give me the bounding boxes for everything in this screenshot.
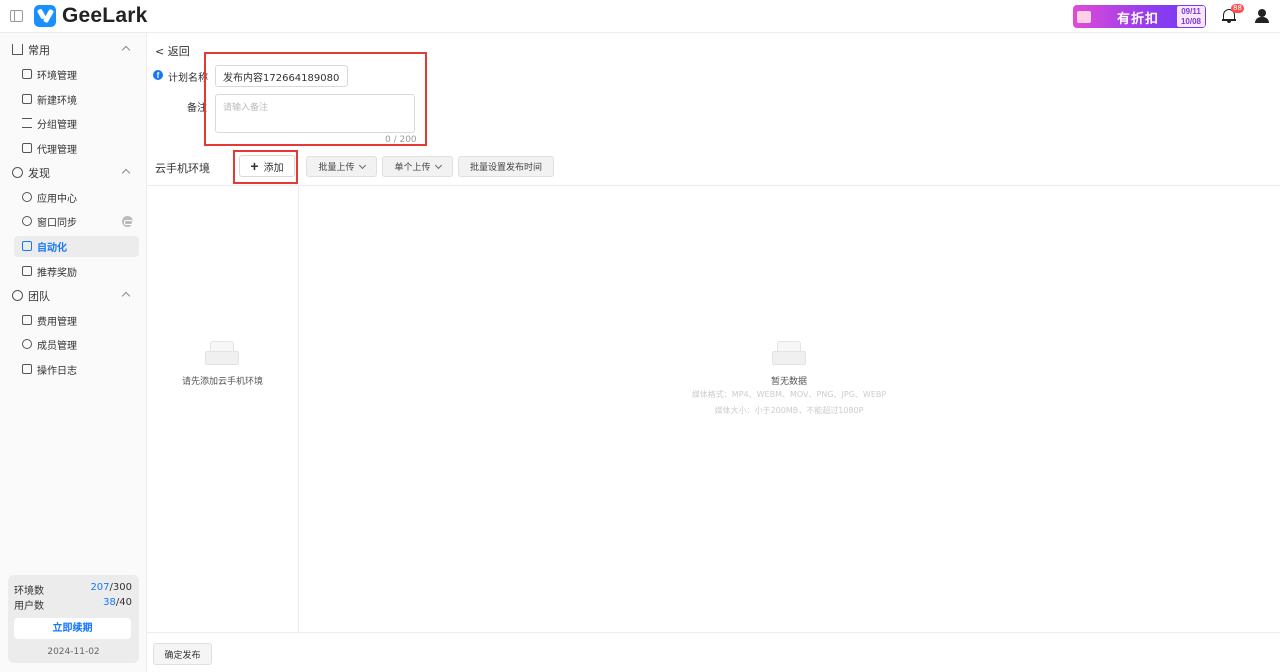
sidebar-item-referral[interactable]: 推荐奖励 [14, 261, 139, 282]
sidebar-item-label: 费用管理 [37, 317, 77, 328]
remark-label: 备注 [187, 103, 207, 114]
app-icon [22, 192, 32, 202]
logo-icon [34, 5, 56, 27]
promo-text: 有折扣 [1117, 12, 1160, 27]
promo-date-start: 09/11 [1181, 7, 1201, 16]
nav-group-discover[interactable]: 发现 [0, 161, 147, 185]
promo-banner[interactable]: 有折扣 09/11 10/08 [1073, 5, 1206, 28]
sidebar-item-new-env[interactable]: 新建环境 [14, 89, 139, 110]
sidebar-item-label: 分组管理 [37, 120, 77, 131]
member-icon [22, 339, 32, 349]
env-quota-label: 环境数 [14, 586, 44, 597]
sidebar-item-group-manage[interactable]: 分组管理 [14, 113, 139, 134]
empty-box-icon [772, 341, 806, 365]
add-label: 添加 [263, 162, 284, 174]
sidebar-item-label: 窗口同步 [37, 218, 77, 229]
planet-icon [12, 167, 23, 178]
sidebar-item-label: 推荐奖励 [37, 268, 77, 279]
sidebar-item-app-center[interactable]: 应用中心 [14, 187, 139, 208]
nav-group-common[interactable]: 常用 [0, 38, 147, 62]
add-env-button[interactable]: + 添加 [239, 155, 295, 177]
media-size-hint: 媒体大小：小于200MB，不能超过1080P [714, 406, 864, 415]
sidebar-item-window-sync[interactable]: 窗口同步 [14, 211, 139, 232]
sidebar-item-label: 操作日志 [37, 366, 77, 377]
env-quota-row: 环境数 207/300 [14, 582, 132, 597]
user-quota-value: 38/40 [103, 597, 132, 608]
sidebar-item-proxy-manage[interactable]: 代理管理 [14, 138, 139, 159]
chevron-down-icon [434, 161, 442, 169]
copy-icon [22, 69, 32, 79]
chevron-down-icon [358, 161, 366, 169]
renew-button[interactable]: 立即续期 [14, 618, 131, 639]
plan-name-input[interactable] [215, 65, 348, 87]
logo-text: GeeLark [62, 4, 148, 27]
glasses-icon [122, 216, 133, 227]
list-icon [22, 118, 32, 128]
divider [298, 185, 299, 632]
confirm-publish-button[interactable]: 确定发布 [153, 643, 212, 665]
chevron-up-icon [121, 291, 131, 301]
geelark-logo[interactable]: GeeLark [34, 4, 148, 27]
sidebar-item-label: 环境管理 [37, 71, 77, 82]
divider [147, 185, 1280, 186]
remark-char-count: 0 / 200 [385, 135, 417, 145]
quota-panel: 环境数 207/300 用户数 38/40 立即续期 2024-11-02 [8, 575, 139, 663]
batch-upload-dropdown[interactable]: 批量上传 [306, 156, 377, 177]
home-icon [12, 44, 23, 55]
gift-icon [22, 266, 32, 276]
env-quota-value: 207/300 [90, 582, 132, 593]
sidebar-item-label: 新建环境 [37, 96, 77, 107]
user-avatar-icon[interactable] [1255, 9, 1269, 23]
sidebar: 常用 环境管理 新建环境 分组管理 代理管理 发现 应用中心 窗口同步 自动化 … [0, 33, 147, 672]
edit-icon [22, 94, 32, 104]
nav-group-team[interactable]: 团队 [0, 284, 147, 308]
single-upload-dropdown[interactable]: 单个上传 [382, 156, 453, 177]
remark-textarea[interactable] [215, 94, 415, 133]
single-upload-label: 单个上传 [394, 162, 431, 172]
sidebar-toggle-icon[interactable] [10, 10, 23, 22]
batch-upload-label: 批量上传 [318, 162, 355, 172]
sidebar-item-label: 应用中心 [37, 194, 77, 205]
nav-group-label: 团队 [28, 290, 50, 303]
no-data-text: 暂无数据 [770, 377, 807, 387]
nav-group-label: 发现 [28, 167, 50, 180]
log-icon [22, 364, 32, 374]
chevron-up-icon [121, 45, 131, 55]
divider [147, 632, 1280, 633]
cloud-phone-env-label: 云手机环境 [155, 162, 210, 175]
expiry-date: 2024-11-02 [47, 647, 100, 657]
sidebar-item-label: 成员管理 [37, 341, 77, 352]
empty-env-text: 请先添加云手机环境 [181, 377, 263, 387]
top-header: GeeLark 有折扣 09/11 10/08 88 [0, 0, 1280, 33]
notification-badge: 88 [1231, 4, 1244, 13]
media-format-hint: 媒体格式：MP4、WEBM、MOV、PNG、JPG、WEBP [691, 390, 887, 399]
sidebar-item-env-manage[interactable]: 环境管理 [14, 64, 139, 85]
sidebar-item-members[interactable]: 成员管理 [14, 334, 139, 355]
sidebar-item-label: 代理管理 [37, 145, 77, 156]
sidebar-item-logs[interactable]: 操作日志 [14, 359, 139, 380]
promo-dates: 09/11 10/08 [1177, 6, 1205, 27]
empty-box-icon [205, 341, 239, 365]
sidebar-item-label: 自动化 [37, 243, 67, 254]
chevron-up-icon [121, 168, 131, 178]
plus-icon: + [250, 158, 259, 174]
sync-icon [22, 216, 32, 226]
gift-icon [1077, 11, 1091, 23]
nav-group-label: 常用 [28, 44, 50, 57]
network-icon [22, 143, 32, 153]
back-link[interactable]: < 返回 [155, 43, 190, 59]
user-quota-label: 用户数 [14, 601, 44, 612]
batch-schedule-button[interactable]: 批量设置发布时间 [458, 156, 554, 177]
robot-icon [22, 241, 32, 251]
user-quota-row: 用户数 38/40 [14, 597, 132, 612]
facebook-icon: f [153, 70, 163, 80]
promo-date-end: 10/08 [1180, 17, 1202, 26]
team-icon [12, 290, 23, 301]
wallet-icon [22, 315, 32, 325]
sidebar-item-billing[interactable]: 费用管理 [14, 310, 139, 331]
sidebar-item-automation[interactable]: 自动化 [14, 236, 139, 257]
plan-name-label: 计划名称 [168, 73, 208, 84]
